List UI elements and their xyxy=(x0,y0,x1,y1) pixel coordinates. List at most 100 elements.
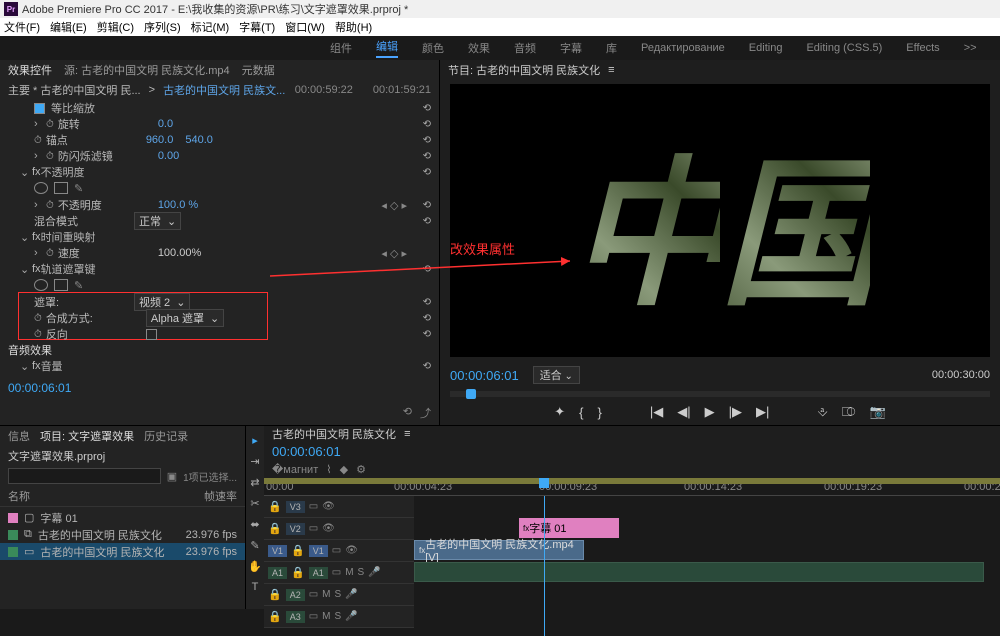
stopwatch-icon[interactable]: ⏱ xyxy=(34,329,42,340)
reset-icon[interactable]: ⟲ xyxy=(423,313,431,324)
step-back-icon[interactable]: ◀| xyxy=(677,404,690,420)
reset-icon[interactable]: ⟲ xyxy=(423,264,431,275)
ws-editing[interactable]: 编辑 xyxy=(376,38,398,58)
stopwatch-icon[interactable]: ⏱ xyxy=(34,135,42,146)
tab-info[interactable]: 信息 xyxy=(8,428,30,444)
add-marker-icon[interactable]: ✦ xyxy=(554,404,565,420)
rotation-value[interactable]: 0.0 xyxy=(158,118,173,130)
menu-edit[interactable]: 编辑(E) xyxy=(50,19,87,35)
stopwatch-icon[interactable]: ⏱ xyxy=(46,248,54,259)
lock-icon[interactable]: 🔒 xyxy=(268,500,282,513)
reset-icon[interactable]: ⟲ xyxy=(423,361,431,372)
ws-editing2[interactable]: Editing xyxy=(749,42,783,54)
track-v1-source[interactable]: V1 xyxy=(268,545,287,557)
export-icon[interactable]: ⤴ xyxy=(420,405,431,421)
project-item[interactable]: ⧉古老的中国文明 民族文化23.976 fps xyxy=(0,526,245,543)
menu-help[interactable]: 帮助(H) xyxy=(335,19,372,35)
eye-icon[interactable]: 👁 xyxy=(322,523,335,534)
mic-icon[interactable]: 🎤 xyxy=(345,589,357,600)
expand-icon[interactable]: › xyxy=(34,150,42,162)
hand-tool-icon[interactable]: ✋ xyxy=(248,560,262,573)
ws-effects[interactable]: 效果 xyxy=(468,40,490,56)
reset-icon[interactable]: ⟲ xyxy=(423,216,431,227)
mask-rect[interactable] xyxy=(54,182,68,194)
speed-value[interactable]: 100.00% xyxy=(158,247,201,259)
expand-icon[interactable]: ⌄ xyxy=(20,166,28,179)
composite-dropdown[interactable]: Alpha 遮罩⌄ xyxy=(146,309,224,327)
menu-file[interactable]: 文件(F) xyxy=(4,19,40,35)
scrub-handle[interactable] xyxy=(466,389,476,399)
antiflicker-value[interactable]: 0.00 xyxy=(158,150,179,162)
program-timecode[interactable]: 00:00:06:01 xyxy=(450,368,519,383)
expand-icon[interactable]: › xyxy=(34,247,42,259)
timeline-content[interactable]: fx 字幕 01 fx 古老的中国文明 民族文化.mp4 [V] xyxy=(414,496,1000,628)
tab-effect-controls[interactable]: 效果控件 xyxy=(8,62,52,78)
stopwatch-icon[interactable]: ⏱ xyxy=(46,119,54,130)
reverse-check[interactable] xyxy=(146,329,157,340)
expand-icon[interactable]: › xyxy=(34,118,42,130)
track-v2[interactable]: V2 xyxy=(286,523,305,535)
tab-project[interactable]: 项目: 文字遮罩效果 xyxy=(40,428,134,444)
expand-icon[interactable]: ⌄ xyxy=(20,263,28,276)
track-a1[interactable]: A1 xyxy=(309,567,328,579)
ws-ru[interactable]: Редактирование xyxy=(641,42,725,54)
menu-marker[interactable]: 标记(M) xyxy=(191,19,230,35)
playhead-handle[interactable] xyxy=(539,478,549,488)
folder-icon[interactable]: ▣ xyxy=(167,470,177,483)
mark-in-icon[interactable]: { xyxy=(579,405,583,420)
settings-icon[interactable]: ⚙ xyxy=(356,463,366,476)
col-rate[interactable]: 帧速率 xyxy=(204,488,237,504)
razor-tool-icon[interactable]: ✂ xyxy=(250,497,259,510)
pen-tool-icon[interactable]: ✎ xyxy=(250,539,259,552)
expand-icon[interactable]: ⌄ xyxy=(20,360,28,373)
loop-icon[interactable]: ⟲ xyxy=(403,405,412,421)
clip-name[interactable]: 古老的中国文明 民族文... xyxy=(163,82,285,98)
fx-badge[interactable]: fx xyxy=(32,166,41,178)
lock-icon[interactable]: 🔒 xyxy=(268,522,282,535)
ws-audio[interactable]: 音频 xyxy=(514,40,536,56)
mask-pen-icon[interactable]: ✎ xyxy=(74,279,83,292)
toggle-output-icon[interactable]: ▭ xyxy=(309,589,318,600)
ripple-tool-icon[interactable]: ⇄ xyxy=(250,476,259,489)
track-v1[interactable]: V1 xyxy=(309,545,328,557)
tab-source[interactable]: 源: 古老的中国文明 民族文化.mp4 xyxy=(64,62,230,78)
marker-icon[interactable]: ◆ xyxy=(340,463,348,476)
zoom-select[interactable]: 适合 ⌄ xyxy=(533,366,580,384)
track-select-tool-icon[interactable]: ⇥ xyxy=(250,455,259,468)
scrub-bar[interactable] xyxy=(450,391,990,397)
clip-video[interactable]: fx 古老的中国文明 民族文化.mp4 [V] xyxy=(414,540,584,560)
lift-icon[interactable]: ⎀ xyxy=(817,404,827,420)
effect-timecode[interactable]: 00:00:06:01 xyxy=(0,375,439,401)
export-frame-icon[interactable]: 📷 xyxy=(870,404,886,420)
ws-color[interactable]: 颜色 xyxy=(422,40,444,56)
clip-subtitle[interactable]: fx 字幕 01 xyxy=(519,518,619,538)
lock-icon[interactable]: 🔒 xyxy=(268,610,282,623)
eye-icon[interactable]: 👁 xyxy=(345,545,358,556)
tab-metadata[interactable]: 元数据 xyxy=(242,62,275,78)
lock-icon[interactable]: 🔒 xyxy=(291,566,305,579)
reset-icon[interactable]: ⟲ xyxy=(423,200,431,211)
lock-icon[interactable]: 🔒 xyxy=(268,588,282,601)
stopwatch-icon[interactable]: ⏱ xyxy=(46,200,54,211)
reset-icon[interactable]: ⟲ xyxy=(423,329,431,340)
eye-icon[interactable]: 👁 xyxy=(322,501,335,512)
toggle-output-icon[interactable]: ▭ xyxy=(309,501,318,512)
track-v3[interactable]: V3 xyxy=(286,501,305,513)
mask-ellipse[interactable] xyxy=(34,279,48,291)
program-monitor[interactable]: 中 国 xyxy=(450,84,990,357)
reset-icon[interactable]: ⟲ xyxy=(423,151,431,162)
track-a2[interactable]: A2 xyxy=(286,589,305,601)
type-tool-icon[interactable]: T xyxy=(252,581,259,593)
toggle-output-icon[interactable]: ▭ xyxy=(332,567,341,578)
uniform-scale-check[interactable] xyxy=(34,103,45,114)
col-name[interactable]: 名称 xyxy=(8,488,204,504)
toggle-output-icon[interactable]: ▭ xyxy=(309,523,318,534)
mic-icon[interactable]: 🎤 xyxy=(345,611,357,622)
go-out-icon[interactable]: ▶| xyxy=(756,404,769,420)
fx-badge[interactable]: fx xyxy=(32,263,41,275)
lock-icon[interactable]: 🔒 xyxy=(291,544,305,557)
work-area[interactable] xyxy=(264,478,1000,484)
clip-audio[interactable] xyxy=(414,562,984,582)
ws-library[interactable]: 库 xyxy=(606,40,617,56)
stopwatch-icon[interactable]: ⏱ xyxy=(46,151,54,162)
